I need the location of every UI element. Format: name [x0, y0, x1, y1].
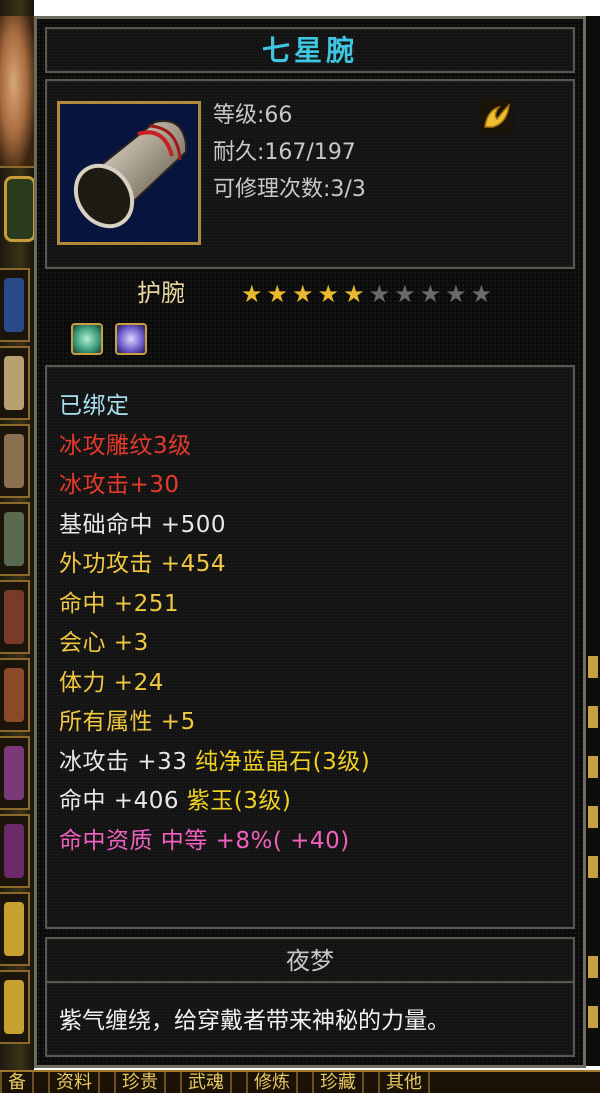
bottom-tab[interactable]: 珍藏 [312, 1072, 364, 1093]
equip-slot[interactable] [0, 346, 30, 420]
equip-slot[interactable] [0, 268, 30, 342]
bottom-tab[interactable]: 备 [0, 1072, 34, 1093]
star-filled-icon: ★ [292, 280, 314, 308]
attribute-line: 体力 +24 [59, 669, 164, 696]
gem-purple-icon[interactable] [115, 323, 147, 355]
star-empty-icon: ★ [445, 280, 467, 308]
character-portrait[interactable] [0, 16, 34, 168]
equip-slot[interactable] [0, 892, 30, 966]
equip-slot[interactable] [0, 970, 30, 1044]
star-filled-icon: ★ [343, 280, 365, 308]
bottom-tab[interactable]: 资料 [48, 1072, 100, 1093]
item-type: 护腕 [137, 279, 185, 307]
right-panel-edge [586, 16, 600, 1066]
star-filled-icon: ★ [266, 280, 289, 308]
equip-slot[interactable] [0, 736, 30, 810]
attribute-line: 外功攻击 +454 [59, 551, 226, 577]
star-rating: ★ ★ ★ ★ ★ ★ ★ ★ ★ ★ [241, 281, 492, 307]
item-durability: 耐久:167/197 [213, 140, 356, 165]
gem-stat: 命中 +406 [59, 788, 187, 814]
bottom-tab[interactable]: 修炼 [246, 1072, 298, 1093]
star-empty-icon: ★ [470, 280, 493, 308]
equip-slot[interactable] [0, 502, 30, 576]
gem-attribute-line: 命中 +406 紫玉(3级) [59, 782, 370, 822]
aptitude-line: 命中资质 中等 +8%( +40) [59, 827, 350, 854]
item-repair-count: 可修理次数:3/3 [213, 177, 366, 202]
star-empty-icon: ★ [419, 280, 442, 308]
equip-slot[interactable] [0, 658, 30, 732]
equipment-toggle-icon[interactable] [4, 176, 36, 242]
star-filled-icon: ★ [317, 280, 340, 308]
equipment-sidebar [0, 0, 36, 1093]
attribute-line: 冰攻击+30 [59, 472, 180, 498]
attributes-panel: 已绑定冰攻雕纹3级 冰攻击+30 基础命中 +500 外功攻击 +454 命中 +251… [45, 365, 575, 929]
attribute-line: 冰攻雕纹3级 [59, 432, 192, 459]
equip-slot[interactable] [0, 580, 30, 654]
gem-name: 紫玉(3级) [186, 788, 292, 814]
attribute-line: 基础命中 +500 [59, 511, 226, 538]
maker-name: 夜梦 [286, 947, 334, 975]
gem-green-icon[interactable] [71, 323, 103, 355]
gem-stat: 冰攻击 +33 [59, 748, 196, 775]
bracer-item-icon [57, 101, 201, 245]
bottom-tab[interactable]: 武魂 [180, 1072, 232, 1093]
item-tooltip: 七星腕 等级:66 耐久:167/197 可修理次数:3/3 护腕 ★ ★ ★ … [34, 16, 586, 1068]
equip-slot[interactable] [0, 814, 30, 888]
attribute-line: 会心 +3 [59, 630, 149, 656]
star-empty-icon: ★ [368, 280, 391, 308]
attribute-list: 已绑定冰攻雕纹3级 冰攻击+30 基础命中 +500 外功攻击 +454 命中 +251… [59, 387, 370, 861]
item-type-row: 护腕 ★ ★ ★ ★ ★ ★ ★ ★ ★ ★ [45, 271, 575, 363]
equip-type-icon [478, 98, 514, 134]
description-panel: 紫气缠绕，给穿戴者带来神秘的力量。 [45, 981, 575, 1057]
item-header: 等级:66 耐久:167/197 可修理次数:3/3 [45, 79, 575, 269]
item-name: 七星腕 [261, 34, 358, 67]
attribute-line: 已绑定 [59, 393, 130, 419]
maker-panel: 夜梦 [45, 937, 575, 985]
attribute-line: 命中 +251 [59, 590, 179, 617]
item-description: 紫气缠绕，给穿戴者带来神秘的力量。 [59, 1008, 450, 1034]
star-empty-icon: ★ [394, 280, 416, 308]
gem-attribute-line: 冰攻击 +33 纯净蓝晶石(3级) [59, 743, 370, 783]
bottom-tab[interactable]: 其他 [378, 1072, 430, 1093]
equip-slot[interactable] [0, 424, 30, 498]
title-panel: 七星腕 [45, 27, 575, 73]
gem-name: 纯净蓝晶石(3级) [195, 748, 371, 775]
bottom-tab[interactable]: 珍贵 [114, 1072, 166, 1093]
attribute-line: 所有属性 +5 [59, 709, 196, 735]
bottom-tab-bar: 备资料 珍贵 武魂 修炼 珍藏 其他 [0, 1070, 600, 1093]
star-filled-icon: ★ [241, 280, 263, 308]
item-level: 等级:66 [213, 103, 293, 128]
